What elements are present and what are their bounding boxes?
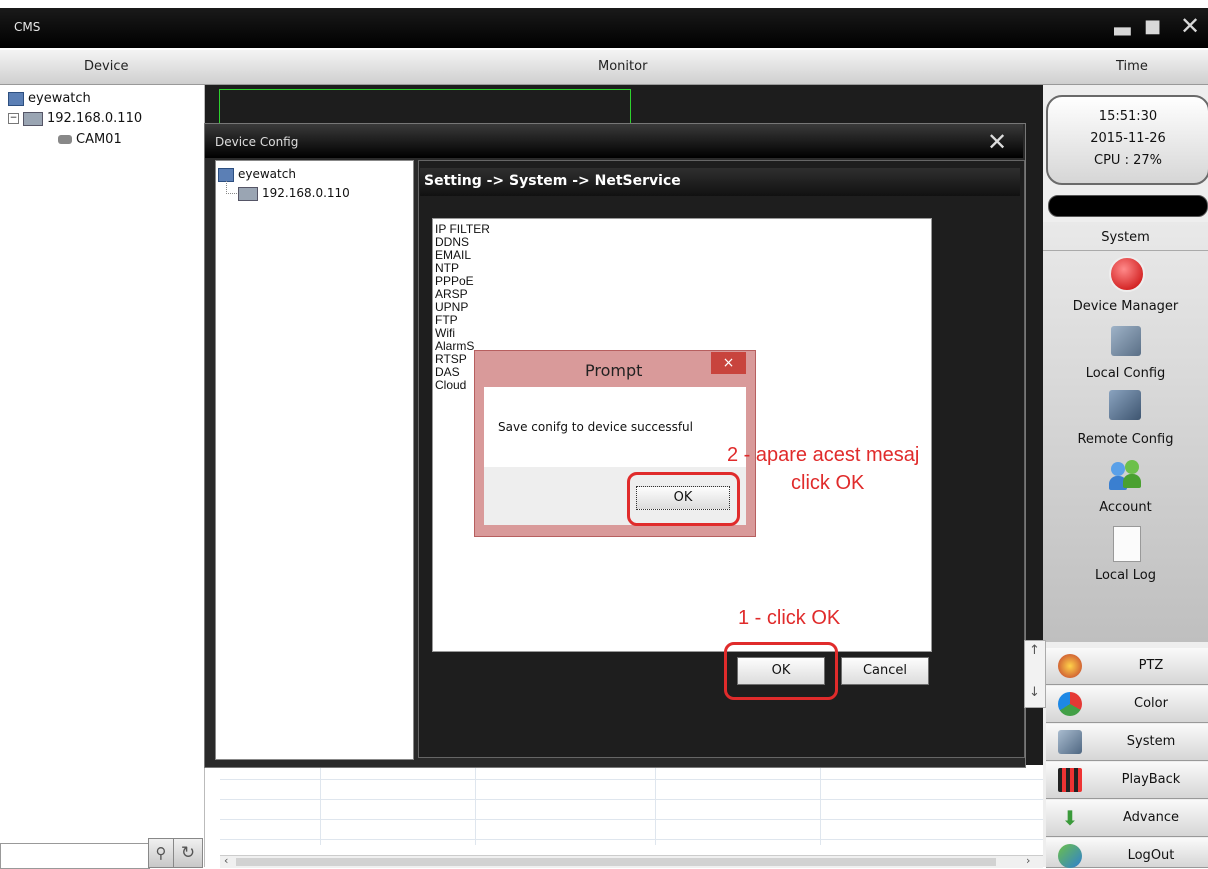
logout-icon <box>1058 844 1082 868</box>
download-icon: ⬇ <box>1061 806 1079 830</box>
config-tree-root[interactable]: eyewatch <box>218 167 296 182</box>
color-icon <box>1058 692 1082 716</box>
device-manager-icon[interactable] <box>1109 256 1145 292</box>
column-header: Device Monitor Time <box>0 50 1208 85</box>
config-cancel-button[interactable]: Cancel <box>841 657 929 685</box>
system-section-title: System <box>1101 230 1150 245</box>
horizontal-scrollbar[interactable]: ‹ › <box>220 854 1043 868</box>
device-config-title: Device Config <box>215 135 299 149</box>
prompt-title: Prompt <box>585 361 643 380</box>
setting-breadcrumb: Setting -> System -> NetService <box>424 173 681 189</box>
search-input[interactable] <box>0 843 150 869</box>
local-config-icon[interactable] <box>1111 326 1141 356</box>
color-button[interactable]: Color <box>1046 686 1208 723</box>
group-icon <box>218 167 234 182</box>
annotation-step2-line2: click OK <box>791 472 865 494</box>
system-menu: System Device Manager Local Config Remot… <box>1043 222 1208 642</box>
prompt-close-icon[interactable]: × <box>711 352 746 374</box>
local-log-icon[interactable] <box>1113 526 1141 562</box>
advance-button[interactable]: ⬇ Advance <box>1046 800 1208 837</box>
annotation-highlight-prompt-ok <box>627 472 740 526</box>
system-icon <box>1058 730 1082 754</box>
list-item[interactable]: Wifi <box>435 327 929 340</box>
vertical-scrollbar[interactable]: ↑ ↓ <box>1024 640 1046 708</box>
record-grid <box>220 765 1043 855</box>
device-icon <box>238 186 258 201</box>
ptz-icon <box>1058 654 1082 678</box>
remote-config-link[interactable]: Remote Config <box>1043 432 1208 447</box>
group-icon <box>8 91 24 106</box>
scroll-down-icon[interactable]: ↓ <box>1029 685 1040 700</box>
list-item[interactable]: ARSP <box>435 288 929 301</box>
device-tree-panel: eyewatch −192.168.0.110 CAM01 <box>0 85 205 867</box>
device-icon <box>23 111 43 126</box>
title-bar: CMS ▬ ■ ✕ <box>0 8 1208 48</box>
prompt-message: Save conifg to device successful <box>498 420 693 434</box>
annotation-step2-line1: 2 - apare acest mesaj <box>727 444 920 466</box>
tree-root[interactable]: eyewatch <box>8 91 91 106</box>
system-button[interactable]: System <box>1046 724 1208 761</box>
account-link[interactable]: Account <box>1043 500 1208 515</box>
list-item[interactable]: UPNP <box>435 301 929 314</box>
device-column-label: Device <box>84 59 129 74</box>
maximize-icon[interactable]: ■ <box>1144 16 1161 37</box>
list-item[interactable]: IP FILTER <box>435 223 929 236</box>
annotation-highlight-config-ok <box>724 642 838 700</box>
list-item[interactable]: EMAIL <box>435 249 929 262</box>
playback-button[interactable]: PlayBack <box>1046 762 1208 799</box>
list-item[interactable]: FTP <box>435 314 929 327</box>
cpu-usage: CPU : 27% <box>1094 153 1162 168</box>
list-item[interactable]: DDNS <box>435 236 929 249</box>
scroll-thumb[interactable] <box>236 858 996 866</box>
time-column-label: Time <box>1116 59 1148 74</box>
remote-config-icon[interactable] <box>1109 390 1141 420</box>
ptz-button[interactable]: PTZ <box>1046 648 1208 685</box>
tree-camera[interactable]: CAM01 <box>58 132 122 147</box>
camera-icon <box>58 135 72 144</box>
annotation-step1: 1 - click OK <box>738 607 841 629</box>
refresh-icon[interactable]: ↻ <box>173 838 203 868</box>
monitor-column-label: Monitor <box>598 59 648 74</box>
video-tile-selected[interactable] <box>219 89 631 127</box>
scroll-up-icon[interactable]: ↑ <box>1029 643 1040 658</box>
clock-display: 15:51:30 2015-11-26 CPU : 27% <box>1046 95 1208 185</box>
setting-breadcrumb-bar: Setting -> System -> NetService <box>420 168 1020 196</box>
local-log-link[interactable]: Local Log <box>1043 568 1208 583</box>
account-icon[interactable] <box>1109 458 1143 492</box>
logout-button[interactable]: LogOut <box>1046 838 1208 868</box>
list-item[interactable]: PPPoE <box>435 275 929 288</box>
close-window-icon[interactable]: ✕ <box>1180 12 1200 40</box>
local-config-link[interactable]: Local Config <box>1043 366 1208 381</box>
list-item[interactable]: NTP <box>435 262 929 275</box>
config-tree-device[interactable]: 192.168.0.110 <box>238 186 350 201</box>
search-icon[interactable]: ⚲ <box>148 838 174 868</box>
clock-time: 15:51:30 <box>1098 109 1158 124</box>
scroll-left-icon[interactable]: ‹ <box>224 854 228 867</box>
playback-icon <box>1058 768 1082 792</box>
status-bar <box>1048 195 1208 217</box>
device-manager-link[interactable]: Device Manager <box>1043 299 1208 314</box>
device-config-titlebar: Device Config ✕ <box>205 124 1023 158</box>
scroll-right-icon[interactable]: › <box>1026 854 1030 867</box>
config-device-tree: eyewatch 192.168.0.110 <box>215 160 414 760</box>
device-config-close-icon[interactable]: ✕ <box>987 128 1007 156</box>
app-title: CMS <box>14 20 41 34</box>
collapse-icon[interactable]: − <box>8 113 19 124</box>
clock-date: 2015-11-26 <box>1090 131 1166 146</box>
minimize-icon[interactable]: ▬ <box>1112 18 1133 43</box>
tree-device[interactable]: −192.168.0.110 <box>8 111 142 126</box>
